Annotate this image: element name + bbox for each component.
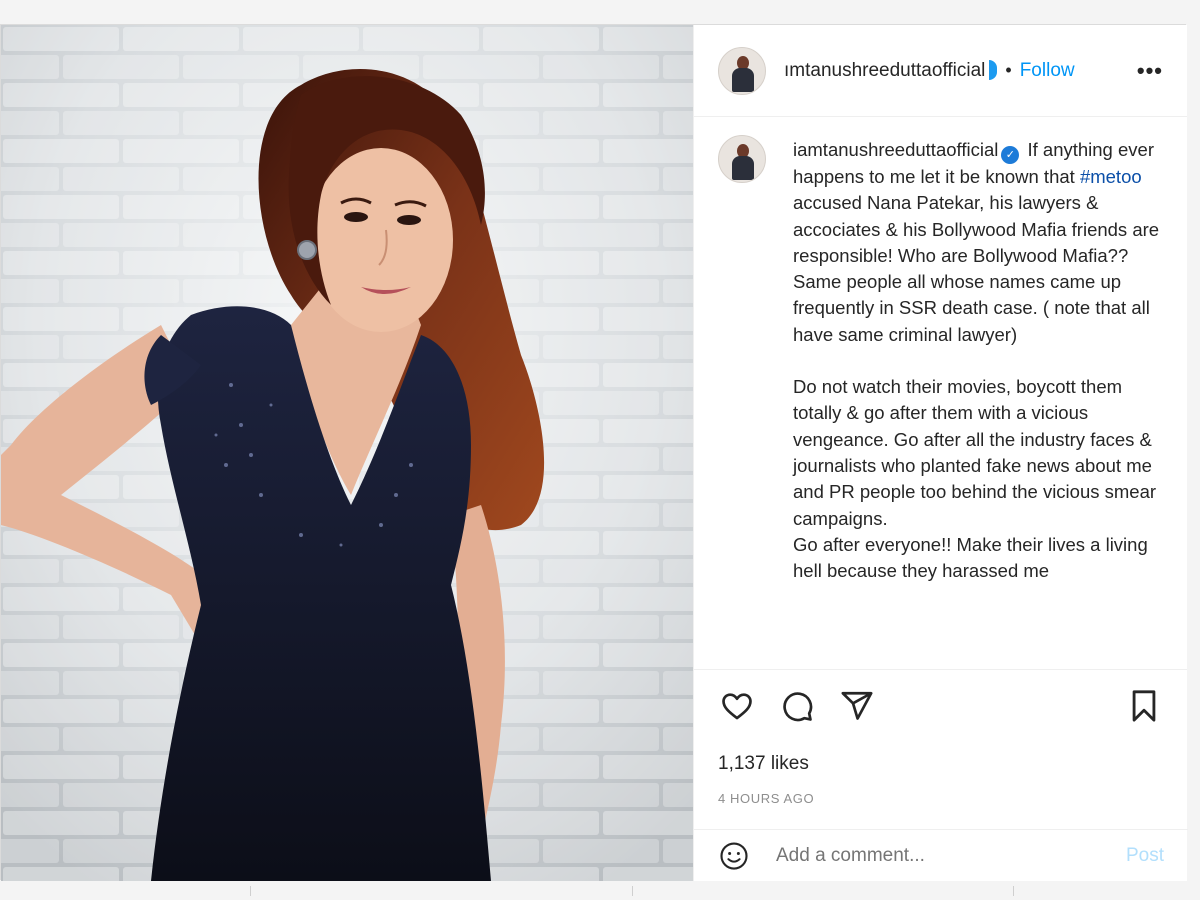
header-username[interactable]: ımtanushreeduttaofficial: [784, 60, 998, 82]
header-username-text[interactable]: ımtanushreeduttaofficial: [784, 60, 985, 81]
avatar[interactable]: [718, 46, 766, 95]
post-header: ımtanushreeduttaofficial • Follow •••: [694, 25, 1187, 117]
dot-separator: •: [1005, 60, 1012, 80]
verified-badge-icon: ✓: [1001, 146, 1020, 164]
action-bar: [694, 669, 1187, 741]
comment-bar: Post: [694, 829, 1188, 881]
divider-tick: [1013, 886, 1014, 896]
caption-area: iamtanushreeduttaofficial ✓ If anything e…: [694, 117, 1187, 669]
instagram-post-frame: ımtanushreeduttaofficial • Follow ••• ia…: [0, 24, 1188, 881]
photo-illustration: [1, 25, 693, 881]
caption-avatar[interactable]: [718, 135, 766, 183]
post-timestamp[interactable]: 4 HOURS AGO: [694, 775, 1187, 806]
caption-paragraph-3: Go after everyone!! Make their lives a l…: [793, 533, 1148, 582]
caption-paragraph-1-rest: accused Nana Patekar, his lawyers & acco…: [793, 192, 1160, 345]
caption-username[interactable]: iamtanushreeduttaofficial: [793, 139, 998, 160]
caption-paragraph-1: iamtanushreeduttaofficial ✓ If anything e…: [793, 137, 1163, 348]
paper-plane-icon[interactable]: [838, 687, 876, 725]
heart-icon[interactable]: [718, 687, 756, 725]
divider-tick: [632, 886, 633, 896]
more-options-button[interactable]: •••: [1137, 58, 1163, 84]
post-photo[interactable]: [1, 25, 693, 881]
post-sidebar: ımtanushreeduttaofficial • Follow ••• ia…: [693, 25, 1188, 881]
divider-tick: [250, 886, 251, 896]
post-comment-button[interactable]: Post: [1126, 845, 1164, 867]
follow-button[interactable]: Follow: [1020, 60, 1075, 82]
bookmark-icon[interactable]: [1125, 687, 1163, 725]
verified-badge-icon: [989, 60, 998, 81]
caption-text: iamtanushreeduttaofficial ✓ If anything e…: [793, 137, 1163, 669]
hashtag-link[interactable]: #metoo: [1080, 166, 1142, 187]
smiley-icon[interactable]: [718, 840, 750, 872]
comment-bubble-icon[interactable]: [778, 687, 816, 725]
comment-input[interactable]: [776, 844, 1126, 867]
caption-paragraph-2: Do not watch their movies, boycott them …: [793, 376, 1157, 529]
likes-count[interactable]: 1,137 likes: [694, 741, 1187, 775]
